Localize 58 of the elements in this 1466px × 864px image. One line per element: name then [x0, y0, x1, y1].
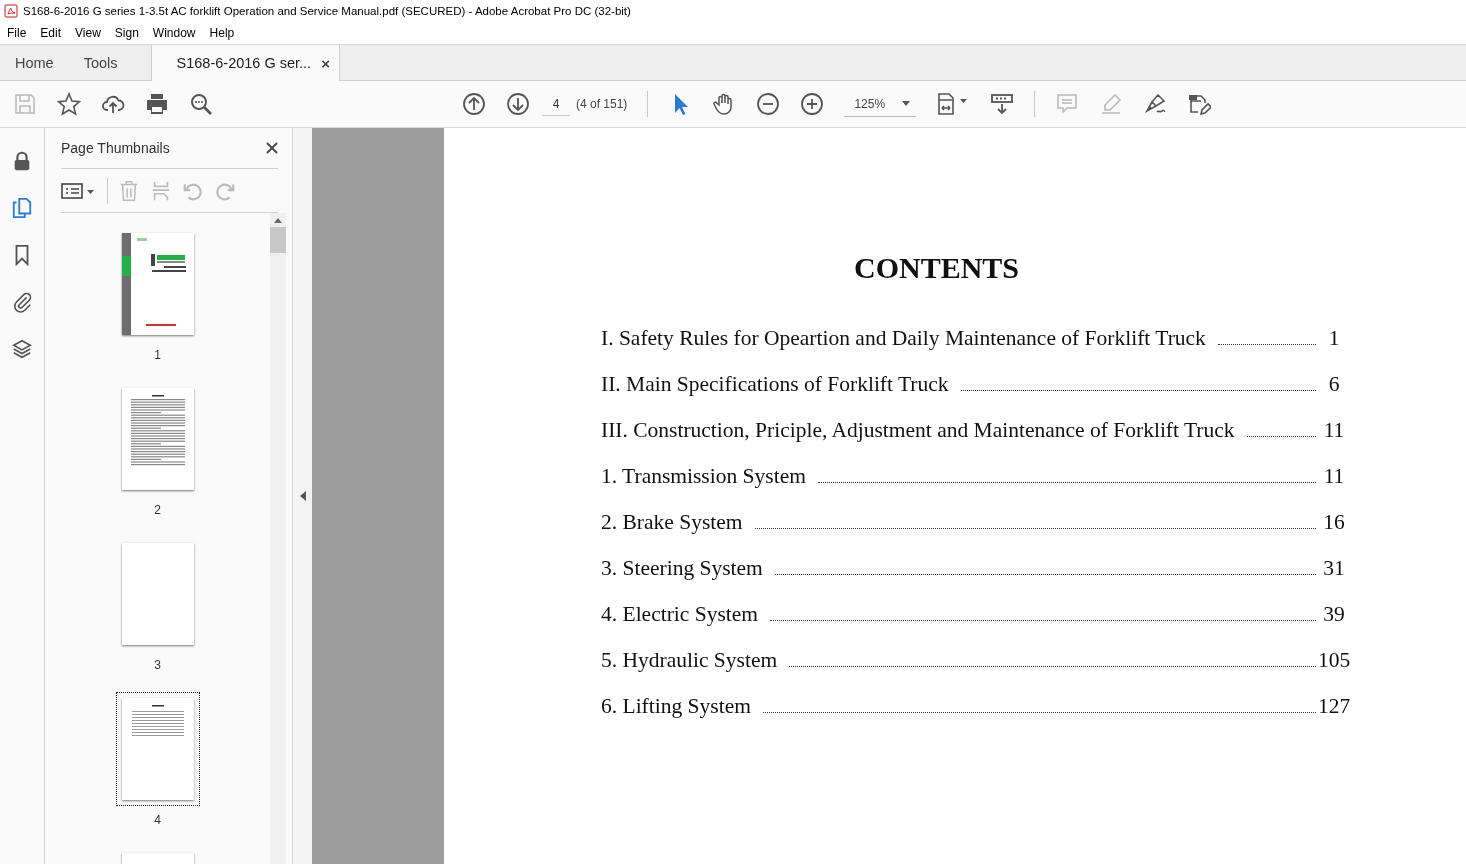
zoom-in-icon[interactable]: [800, 92, 825, 116]
toc-entry[interactable]: II. Main Specifications of Forklift Truck: [601, 372, 955, 397]
page-number: 127: [1316, 694, 1352, 719]
window-title: S168-6-2016 G series 1-3.5t AC forklift Operation and Service Manual.pdf (SECURED) - Adobe Acrobat Pro DC (32-bit): [23, 5, 631, 17]
keyboard-icon[interactable]: [990, 92, 1015, 116]
menu-item[interactable]: Window: [152, 26, 196, 40]
page-count: (4 of 151): [576, 97, 628, 111]
zoom-out-icon[interactable]: [756, 92, 781, 116]
thumbnail-options-icon[interactable]: [61, 180, 97, 201]
toc-entry[interactable]: 4. Electric System: [601, 602, 765, 627]
tab[interactable]: S168-6-2016 G ser... ×: [150, 45, 340, 81]
page-number: 3: [154, 658, 161, 672]
toc-entry[interactable]: I. Safety Rules for Opeartion and Daily Maintenance of Forklift Truck: [601, 326, 1212, 351]
page-number: 31: [1322, 556, 1346, 581]
print-icon[interactable]: [145, 92, 169, 116]
page-number-field[interactable]: 4: [542, 92, 570, 116]
search-icon[interactable]: [189, 92, 213, 116]
page-number: 39: [1322, 602, 1346, 627]
arrow-up-circle-icon[interactable]: [462, 92, 486, 116]
layers-icon[interactable]: [11, 338, 33, 360]
caret-icon: [902, 101, 911, 106]
zoom-dropdown[interactable]: 125%: [844, 91, 917, 117]
leader-line: [1246, 436, 1316, 437]
page-number: 16: [1322, 510, 1346, 535]
menu-item[interactable]: Help: [209, 26, 235, 40]
close-icon[interactable]: [266, 142, 278, 154]
page-number: 105: [1316, 648, 1352, 673]
scroll-up-icon[interactable]: [274, 218, 282, 223]
arrow-down-circle-icon[interactable]: [506, 92, 530, 116]
pdf-icon: [4, 4, 18, 18]
toc-entry[interactable]: 3. Steering System: [601, 556, 769, 581]
page-number: 1: [154, 348, 161, 362]
page-number: 11: [1322, 418, 1346, 443]
contents-heading: CONTENTS: [852, 250, 1020, 286]
page-number: 1: [1327, 326, 1341, 351]
toc-entry[interactable]: 6. Lifting System: [601, 694, 757, 719]
close-button[interactable]: ×: [321, 54, 330, 72]
page-number: 4: [154, 813, 161, 827]
scrollbar-thumb[interactable]: [270, 227, 286, 253]
toc-entry[interactable]: III. Construction, Priciple, Adjustment and Maintenance of Forklift Truck: [601, 418, 1241, 443]
panel-title: Page Thumbnails: [61, 140, 170, 156]
page-thumbnail[interactable]: [115, 692, 200, 806]
pages-icon[interactable]: [11, 197, 33, 219]
toc-entry[interactable]: 2. Brake System: [601, 510, 749, 535]
menu-item[interactable]: Sign: [114, 26, 139, 40]
paperclip-icon[interactable]: [11, 291, 33, 313]
collapse-arrow-icon[interactable]: [299, 491, 306, 501]
page-number: 6: [1327, 372, 1341, 397]
menu-item[interactable]: File: [7, 26, 27, 40]
pen-icon[interactable]: [1143, 92, 1168, 116]
menu-item[interactable]: Edit: [40, 26, 62, 40]
star-icon[interactable]: [57, 92, 81, 116]
toc-entry[interactable]: 1. Transmission System: [601, 464, 812, 489]
menu-item[interactable]: View: [75, 26, 101, 40]
document-edit-icon[interactable]: [1187, 92, 1212, 116]
page-number: 11: [1322, 464, 1346, 489]
toc-entry[interactable]: 5. Hydraulic System: [601, 648, 784, 673]
page-number: 2: [154, 503, 161, 517]
